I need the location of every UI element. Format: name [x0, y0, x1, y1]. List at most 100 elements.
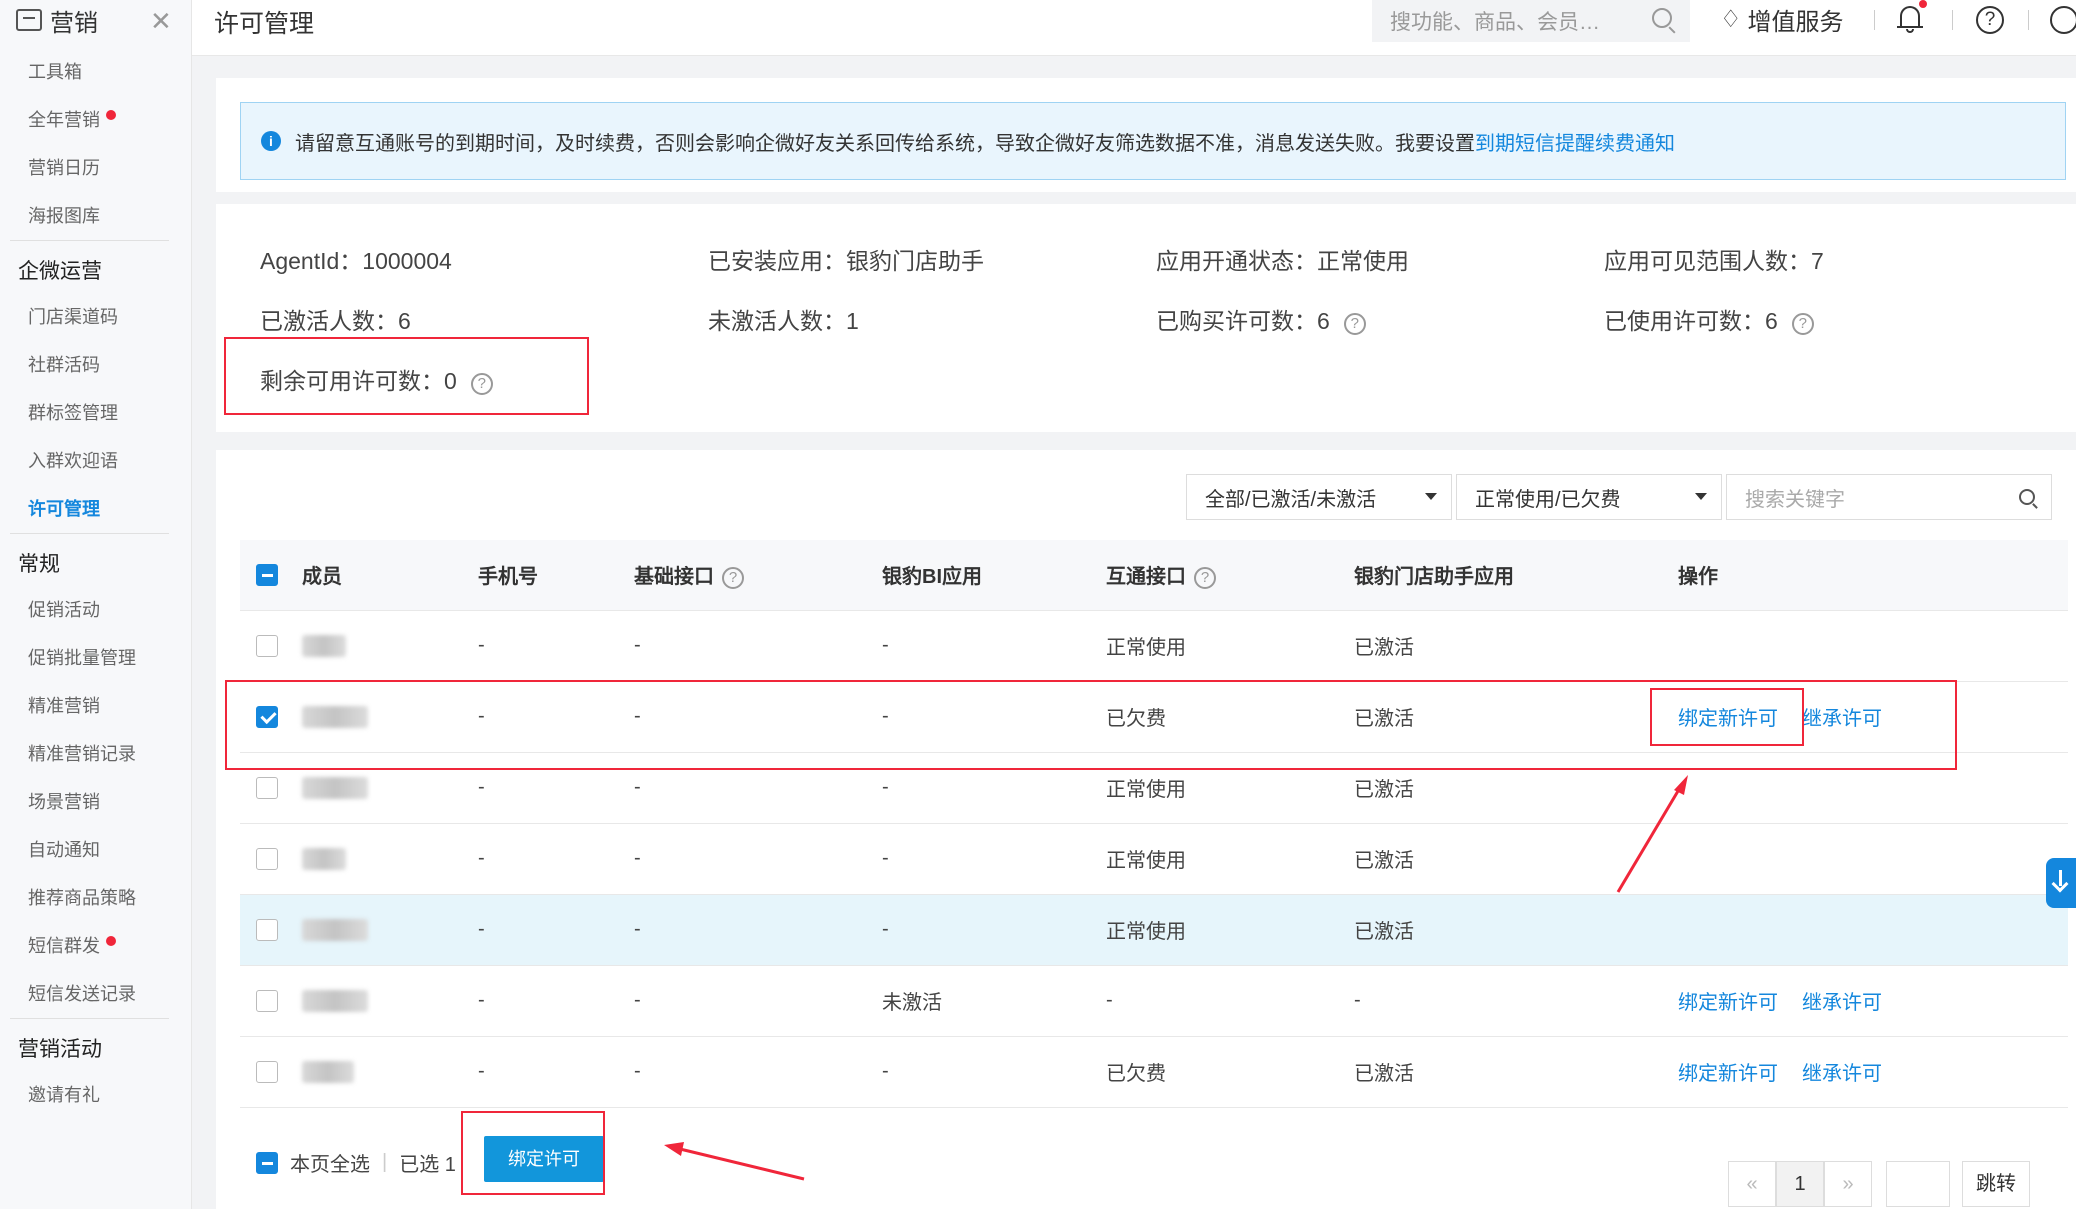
phone-cell: - — [478, 1036, 634, 1108]
page-select-all-checkbox[interactable] — [256, 1151, 278, 1174]
search-icon[interactable] — [2019, 489, 2035, 505]
download-icon[interactable] — [2046, 858, 2076, 908]
notification-dot — [106, 936, 116, 946]
table-row: - - 未激活 - - 绑定新许可 继承许可 — [240, 965, 2068, 1037]
notice-panel: i 请留意互通账号的到期时间，及时续费，否则会影响企微好友关系回传给系统，导致企… — [216, 78, 2076, 192]
sidebar-item-recommend-strategy[interactable]: 推荐商品策略 — [10, 874, 169, 922]
bell-icon[interactable] — [1897, 0, 1927, 33]
value-added-services-button[interactable]: ♢ 增值服务 — [1720, 2, 1844, 37]
table-row: - - - 已欠费 已激活 绑定新许可 继承许可 — [240, 1036, 2068, 1108]
brand[interactable]: 营销 ✕ — [0, 0, 191, 40]
member-cell — [302, 610, 478, 682]
sidebar-item-toolbox[interactable]: 工具箱 — [10, 48, 169, 96]
sidebar-item-group-tags[interactable]: 群标签管理 — [10, 389, 169, 437]
sidebar-group-tools: 工具箱 全年营销 营销日历 海报图库 — [10, 48, 169, 240]
sidebar-item-precision-records[interactable]: 精准营销记录 — [10, 730, 169, 778]
avatar — [302, 847, 346, 870]
value-added-label: 增值服务 — [1747, 9, 1844, 36]
sidebar-item-precision-marketing[interactable]: 精准营销 — [10, 682, 169, 730]
sidebar-item-poster-gallery[interactable]: 海报图库 — [10, 192, 169, 240]
sidebar-group-wecom: 企微运营 门店渠道码 社群活码 群标签管理 入群欢迎语 许可管理 — [10, 240, 169, 533]
page-jump-input[interactable] — [1886, 1161, 1950, 1207]
status-filter-select[interactable]: 正常使用/已欠费 — [1456, 474, 1722, 520]
bind-new-license-link[interactable]: 绑定新许可 — [1678, 1063, 1778, 1085]
row-checkbox[interactable] — [256, 989, 278, 1012]
row-checkbox-cell — [240, 610, 302, 682]
header-checkbox-cell — [240, 540, 302, 611]
inherit-license-link[interactable]: 继承许可 — [1802, 992, 1882, 1014]
sidebar-item-store-channel-code[interactable]: 门店渠道码 — [10, 293, 169, 341]
select-all-checkbox[interactable] — [256, 563, 278, 586]
activation-filter-select[interactable]: 全部/已激活/未激活 — [1186, 474, 1452, 520]
help-icon[interactable]: ? — [1791, 313, 1814, 335]
installed-app: 已安装应用：银豹门店助手 — [708, 248, 984, 274]
inherit-license-link[interactable]: 继承许可 — [1802, 1063, 1882, 1085]
user-icon[interactable] — [2050, 6, 2076, 34]
license-table-card: 全部/已激活/未激活 正常使用/已欠费 搜索关键字 成员 手机号 基础接口? 银… — [216, 450, 2076, 1209]
current-page[interactable]: 1 — [1776, 1161, 1824, 1207]
sidebar-group-title: 常规 — [18, 553, 60, 576]
page-title: 许可管理 — [214, 10, 315, 38]
sidebar-item-sms-broadcast[interactable]: 短信群发 — [10, 922, 169, 970]
divider — [1952, 10, 1953, 30]
row-checkbox[interactable] — [256, 634, 278, 657]
row-checkbox[interactable] — [256, 918, 278, 941]
assistant-app-cell: 已激活 — [1354, 823, 1678, 895]
bell-base — [1897, 26, 1923, 28]
member-cell — [302, 1036, 478, 1108]
annotation-box — [1650, 688, 1804, 746]
actions-cell — [1678, 823, 2068, 895]
notice-text: 请留意互通账号的到期时间，及时续费，否则会影响企微好友关系回传给系统，导致企微好… — [295, 132, 1475, 155]
member-cell — [302, 894, 478, 966]
table-header-row: 成员 手机号 基础接口? 银豹BI应用 互通接口? 银豹门店助手应用 操作 — [240, 540, 2068, 611]
sidebar-item-scene-marketing[interactable]: 场景营销 — [10, 778, 169, 826]
sidebar-item-welcome-message[interactable]: 入群欢迎语 — [10, 437, 169, 485]
sidebar-item-promotions[interactable]: 促销活动 — [10, 586, 169, 634]
phone-cell: - — [478, 610, 634, 682]
agent-id: AgentId：1000004 — [260, 248, 452, 274]
renewal-reminder-link[interactable]: 到期短信提醒续费通知 — [1475, 127, 1675, 156]
activated-count: 已激活人数：6 — [260, 308, 411, 334]
help-icon[interactable]: ? — [722, 567, 744, 590]
interop-api-cell: - — [1106, 965, 1354, 1037]
next-page-button[interactable]: » — [1824, 1161, 1872, 1207]
search-icon[interactable] — [1652, 8, 1672, 28]
sidebar-item-annual-marketing[interactable]: 全年营销 — [10, 96, 169, 144]
basic-api-cell: - — [634, 610, 882, 682]
column-header-interop-api: 互通接口? — [1106, 540, 1354, 611]
column-header-basic-api: 基础接口? — [634, 540, 882, 611]
sidebar-item-promotion-batch[interactable]: 促销批量管理 — [10, 634, 169, 682]
row-checkbox-cell — [240, 894, 302, 966]
avatar — [302, 776, 368, 799]
row-checkbox[interactable] — [256, 847, 278, 870]
bind-new-license-link[interactable]: 绑定新许可 — [1678, 992, 1778, 1014]
marketing-icon — [16, 9, 42, 31]
sidebar-item-marketing-calendar[interactable]: 营销日历 — [10, 144, 169, 192]
close-icon[interactable]: ✕ — [150, 6, 172, 37]
brand-label: 营销 — [50, 9, 98, 37]
row-checkbox[interactable] — [256, 1060, 278, 1083]
sidebar-item-license-management[interactable]: 许可管理 — [10, 485, 169, 533]
prev-page-button[interactable]: « — [1728, 1161, 1776, 1207]
interop-api-cell: 已欠费 — [1106, 1036, 1354, 1108]
keyword-search-input[interactable]: 搜索关键字 — [1726, 474, 2052, 520]
assistant-app-cell: 已激活 — [1354, 894, 1678, 966]
notification-dot — [1919, 0, 1927, 8]
sidebar-item-auto-notify[interactable]: 自动通知 — [10, 826, 169, 874]
column-header-member: 成员 — [302, 540, 478, 611]
divider — [2028, 10, 2029, 30]
sidebar-item-invite-gift[interactable]: 邀请有礼 — [10, 1071, 169, 1119]
global-search-input[interactable]: 搜功能、商品、会员… — [1372, 0, 1690, 42]
sidebar-item-group-live-code[interactable]: 社群活码 — [10, 341, 169, 389]
sidebar-item-sms-records[interactable]: 短信发送记录 — [10, 970, 169, 1018]
help-icon[interactable]: ? — [1976, 6, 2004, 34]
row-checkbox[interactable] — [256, 776, 278, 799]
actions-cell — [1678, 894, 2068, 966]
help-icon[interactable]: ? — [1343, 313, 1366, 335]
column-header-phone: 手机号 — [478, 540, 634, 611]
annotation-box — [461, 1111, 605, 1195]
actions-cell — [1678, 610, 2068, 682]
help-icon[interactable]: ? — [1194, 567, 1216, 590]
jump-button[interactable]: 跳转 — [1962, 1161, 2030, 1207]
table-row: - - - 正常使用 已激活 — [240, 823, 2068, 895]
